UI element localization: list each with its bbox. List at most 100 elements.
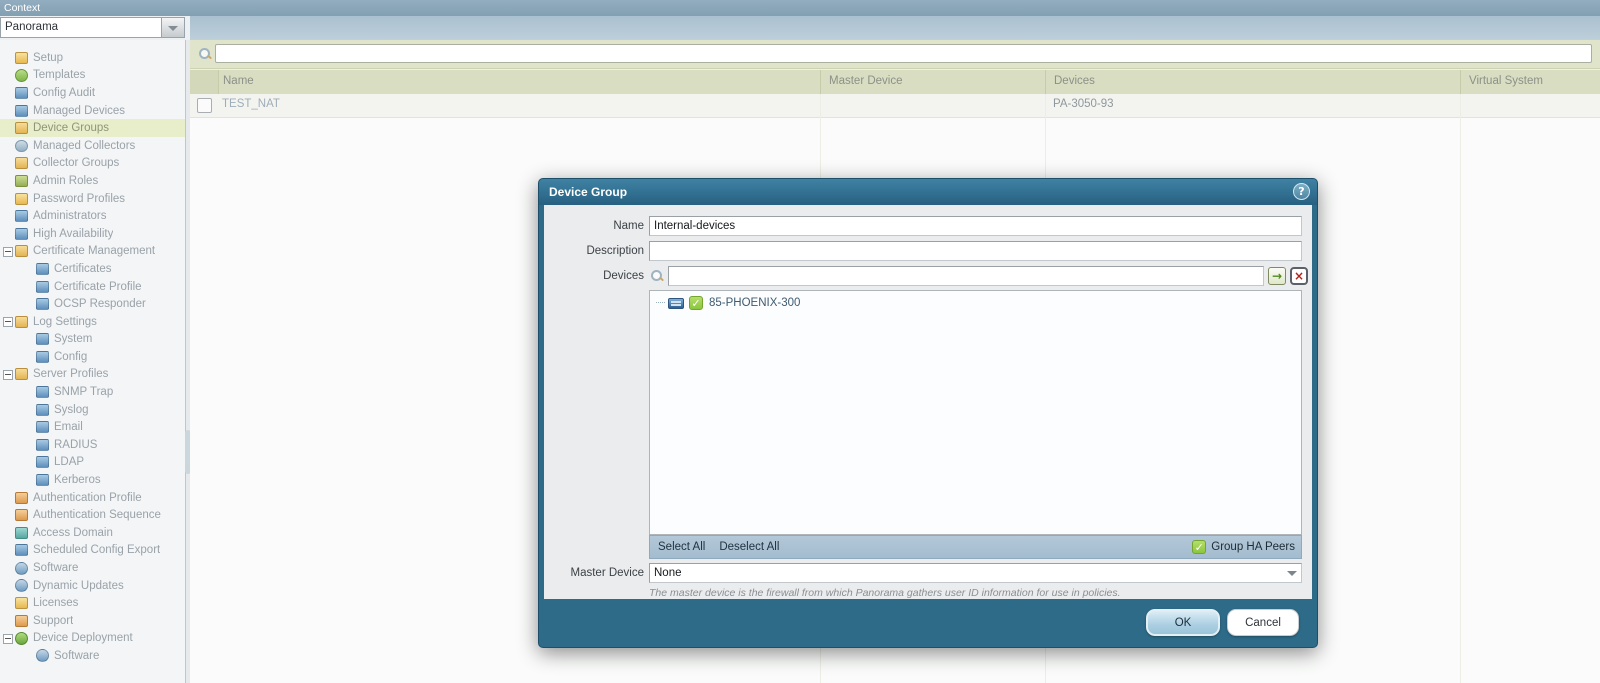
cancel-button[interactable]: Cancel bbox=[1227, 609, 1299, 636]
dialog-footer: OK Cancel bbox=[539, 599, 1317, 647]
sidebar-item-managed-collectors[interactable]: Managed Collectors bbox=[0, 137, 185, 155]
sidebar-item-dynamic-updates[interactable]: Dynamic Updates bbox=[0, 577, 185, 595]
sidebar-item-snmp-trap[interactable]: SNMP Trap bbox=[0, 383, 185, 401]
sidebar-item-log-settings[interactable]: Log Settings bbox=[0, 313, 185, 331]
sidebar-item-config[interactable]: Config bbox=[0, 348, 185, 366]
collapse-toggle-icon[interactable] bbox=[3, 369, 13, 380]
sidebar-item-label: Access Domain bbox=[33, 526, 113, 539]
sidebar-item-collector-groups[interactable]: Collector Groups bbox=[0, 155, 185, 173]
ok-button[interactable]: OK bbox=[1146, 609, 1220, 636]
sidebar-item-administrators[interactable]: Administrators bbox=[0, 207, 185, 225]
column-header-devices[interactable]: Devices bbox=[1046, 70, 1461, 94]
apply-filter-button[interactable] bbox=[1268, 267, 1286, 285]
sidebar-item-label: Password Profiles bbox=[33, 192, 126, 205]
sidebar-item-syslog[interactable]: Syslog bbox=[0, 401, 185, 419]
device-groups-icon bbox=[15, 122, 28, 135]
context-dropdown[interactable]: Panorama bbox=[0, 17, 185, 38]
table-row[interactable]: TEST_NAT PA-3050-93 bbox=[190, 94, 1600, 118]
row-devices-cell: PA-3050-93 bbox=[1053, 98, 1114, 110]
sidebar-item-kerberos[interactable]: Kerberos bbox=[0, 471, 185, 489]
row-checkbox[interactable] bbox=[197, 98, 212, 113]
sidebar-item-certificate-management[interactable]: Certificate Management bbox=[0, 243, 185, 261]
table-header: Name Master Device Devices Virtual Syste… bbox=[190, 69, 1600, 95]
column-header-master-device[interactable]: Master Device bbox=[821, 70, 1046, 94]
chevron-down-icon bbox=[1287, 571, 1297, 576]
sidebar-item-label: Admin Roles bbox=[33, 174, 99, 187]
sidebar-item-templates[interactable]: Templates bbox=[0, 67, 185, 85]
sidebar-item-radius[interactable]: RADIUS bbox=[0, 436, 185, 454]
sidebar-item-config-audit[interactable]: Config Audit bbox=[0, 84, 185, 102]
collapse-toggle-icon[interactable] bbox=[3, 633, 13, 644]
sidebar-item-label: Certificate Profile bbox=[54, 280, 142, 293]
devices-label: Devices bbox=[603, 270, 644, 282]
device-group-dialog: Device Group Name Description Devices bbox=[538, 178, 1318, 648]
devices-filter-input[interactable] bbox=[668, 266, 1264, 286]
clear-filter-button[interactable] bbox=[1290, 267, 1308, 285]
group-ha-peers-checkbox[interactable] bbox=[1192, 540, 1207, 554]
dialog-body: Name Description Devices 85-PHOENIX- bbox=[544, 205, 1312, 599]
collapse-toggle-icon[interactable] bbox=[3, 316, 13, 327]
sidebar-item-authentication-sequence[interactable]: Authentication Sequence bbox=[0, 506, 185, 524]
sidebar-item-licenses[interactable]: Licenses bbox=[0, 594, 185, 612]
sidebar-item-label: Scheduled Config Export bbox=[33, 544, 161, 557]
group-ha-peers-label: Group HA Peers bbox=[1211, 541, 1295, 553]
sidebar-item-label: Config Audit bbox=[33, 86, 96, 99]
ldap-icon bbox=[36, 456, 49, 469]
sidebar-item-certificates[interactable]: Certificates bbox=[0, 260, 185, 278]
email-icon bbox=[36, 421, 49, 434]
sidebar-item-password-profiles[interactable]: Password Profiles bbox=[0, 190, 185, 208]
sidebar-item-certificate-profile[interactable]: Certificate Profile bbox=[0, 278, 185, 296]
select-all-link[interactable]: Select All bbox=[658, 541, 705, 553]
certificates-icon bbox=[36, 262, 49, 275]
device-tree: 85-PHOENIX-300 bbox=[649, 290, 1302, 535]
device-tree-item[interactable]: 85-PHOENIX-300 bbox=[650, 291, 1301, 310]
sidebar-item-setup[interactable]: Setup bbox=[0, 49, 185, 67]
sidebar-item-label: Syslog bbox=[54, 403, 89, 416]
deselect-all-link[interactable]: Deselect All bbox=[719, 541, 779, 553]
sidebar-item-access-domain[interactable]: Access Domain bbox=[0, 524, 185, 542]
device-checkbox[interactable] bbox=[689, 296, 703, 310]
sidebar-item-high-availability[interactable]: High Availability bbox=[0, 225, 185, 243]
master-device-select[interactable]: None bbox=[649, 563, 1302, 583]
description-field[interactable] bbox=[649, 241, 1302, 261]
sidebar-item-email[interactable]: Email bbox=[0, 418, 185, 436]
sidebar-nav: Setup Templates Config Audit Managed Device… bbox=[0, 40, 185, 665]
licenses-icon bbox=[15, 597, 28, 610]
sidebar-item-software-deploy[interactable]: Software bbox=[0, 647, 185, 665]
column-header-name[interactable]: Name bbox=[219, 70, 821, 94]
sidebar-item-software[interactable]: Software bbox=[0, 559, 185, 577]
sidebar-item-label: High Availability bbox=[33, 227, 114, 240]
sidebar-item-support[interactable]: Support bbox=[0, 612, 185, 630]
sidebar-item-device-deployment[interactable]: Device Deployment bbox=[0, 630, 185, 648]
sidebar-item-ldap[interactable]: LDAP bbox=[0, 454, 185, 472]
sidebar-item-server-profiles[interactable]: Server Profiles bbox=[0, 366, 185, 384]
filter-input[interactable] bbox=[215, 44, 1592, 63]
device-name: 85-PHOENIX-300 bbox=[709, 297, 801, 309]
master-device-value: None bbox=[654, 567, 682, 579]
system-icon bbox=[36, 333, 49, 346]
device-group-name-link[interactable]: TEST_NAT bbox=[222, 98, 280, 110]
sidebar: Setup Templates Config Audit Managed Device… bbox=[0, 40, 186, 683]
radius-icon bbox=[36, 438, 49, 451]
sidebar-item-label: Authentication Sequence bbox=[33, 509, 161, 522]
sidebar-item-managed-devices[interactable]: Managed Devices bbox=[0, 102, 185, 120]
sidebar-item-system[interactable]: System bbox=[0, 331, 185, 349]
sidebar-item-scheduled-config-export[interactable]: Scheduled Config Export bbox=[0, 542, 185, 560]
collapse-toggle-icon[interactable] bbox=[3, 246, 13, 257]
certificate-profile-icon bbox=[36, 280, 49, 293]
sidebar-item-authentication-profile[interactable]: Authentication Profile bbox=[0, 489, 185, 507]
help-icon[interactable] bbox=[1293, 183, 1310, 200]
chevron-down-icon[interactable] bbox=[161, 18, 184, 37]
managed-devices-icon bbox=[15, 104, 28, 117]
sidebar-item-ocsp-responder[interactable]: OCSP Responder bbox=[0, 295, 185, 313]
sidebar-item-admin-roles[interactable]: Admin Roles bbox=[0, 172, 185, 190]
support-icon bbox=[15, 614, 28, 627]
templates-icon bbox=[15, 68, 28, 82]
name-field[interactable] bbox=[649, 216, 1302, 236]
sidebar-item-label: Device Groups bbox=[33, 122, 110, 135]
sidebar-item-device-groups[interactable]: Device Groups bbox=[0, 119, 185, 137]
column-divider bbox=[1460, 94, 1461, 683]
header-band bbox=[190, 16, 1600, 40]
column-header-virtual-system[interactable]: Virtual System bbox=[1461, 70, 1600, 94]
managed-collectors-icon bbox=[15, 139, 28, 152]
